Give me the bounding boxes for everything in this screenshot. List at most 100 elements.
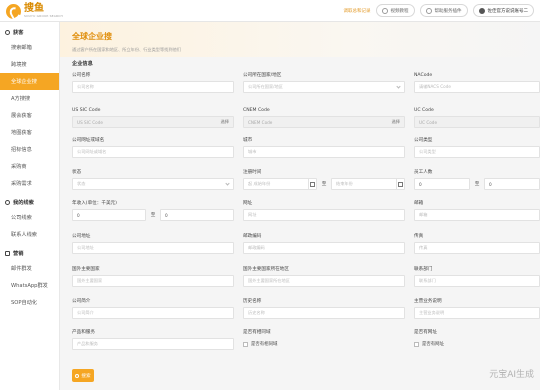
sidebar-item-crossborder[interactable]: 跨境搜 (0, 56, 59, 73)
top-bar: 搜鱼 SOUYU GROUP·SEARCH 调取总和记录 视频教程 帮助服务插件… (0, 0, 540, 22)
sidebar-item-buyers[interactable]: 采购商 (0, 158, 59, 175)
page-title: 全球企业搜 (72, 32, 112, 41)
avatar-icon (478, 7, 485, 14)
nav-group-acquire: 获客 搜索邮箱 跨境搜 全球企业搜 A方搜搜 展会获客 地图获客 招标信息 采购… (0, 22, 59, 192)
city-field: 城市 城市 (243, 136, 405, 158)
products-field: 产品和服务 产品和服务 (72, 328, 234, 350)
state-select[interactable]: 状态 (72, 178, 234, 190)
type-field: 公司类型 公司类型 (414, 136, 540, 158)
cnem-select-button[interactable]: 选择 (392, 119, 400, 125)
hq-country-field: 国外主要国家 国外主要国家 (72, 265, 234, 287)
nav-group-header[interactable]: 营销 (0, 246, 59, 260)
logo-icon (6, 3, 21, 19)
logo[interactable]: 搜鱼 SOUYU GROUP·SEARCH (6, 3, 63, 19)
history-link[interactable]: 调取总和记录 (344, 8, 371, 14)
company-name-input[interactable]: 公司名称 (72, 81, 234, 93)
sidebar-item-demand[interactable]: 采购需求 (0, 175, 59, 192)
email-input[interactable]: 邮箱 (414, 209, 540, 221)
history-input[interactable]: 历史名称 (243, 307, 405, 319)
intro-field: 公司简介 公司简介 (72, 297, 234, 319)
main-content: 全球企业搜 通过客户所在国家和地区、所立年份、行业类型等找到他们 企业信息 公司… (60, 22, 540, 390)
has-site-checkbox[interactable]: 是否有网址 (414, 338, 540, 350)
sidebar-item-map[interactable]: 地图获客 (0, 124, 59, 141)
contact-input[interactable]: 联系部门 (414, 275, 540, 287)
chevron-down-icon (225, 181, 230, 186)
same-domain-field: 是否有相同域 是否有相同域 (243, 328, 405, 350)
sidebar-item-a-search[interactable]: A方搜搜 (0, 90, 59, 107)
revenue-from-input[interactable]: 0 (72, 209, 146, 221)
fax-input[interactable]: 传真 (414, 242, 540, 254)
checkbox-icon (243, 341, 248, 347)
sidebar-item-contact-leads[interactable]: 联系人线索 (0, 226, 59, 243)
sidebar-item-sop[interactable]: SOP自动化 (0, 294, 59, 311)
sidebar: 获客 搜索邮箱 跨境搜 全球企业搜 A方搜搜 展会获客 地图获客 招标信息 采购… (0, 22, 60, 390)
page-subtitle: 通过客户所在国家和地区、所立年份、行业类型等找到他们 (72, 47, 181, 52)
employees-to-input[interactable]: 0 (484, 178, 540, 190)
compass-icon (5, 29, 10, 35)
us-sic-input[interactable]: US SIC Code 选择 (72, 116, 234, 128)
same-domain-checkbox[interactable]: 是否有相同域 (243, 338, 405, 350)
website-input[interactable]: 公司网址或域名 (72, 146, 234, 158)
postcode-field: 邮政编码 邮政编码 (243, 232, 405, 254)
intro-input[interactable]: 公司简介 (72, 307, 234, 319)
country-field: 公司所在国家/地区 公司所在国家/地区 (243, 71, 405, 93)
brand-name: 搜鱼 (24, 3, 44, 14)
cnem-input[interactable]: CNEM Code 选择 (243, 116, 405, 128)
address-field: 公司地址 公司地址 (72, 232, 234, 254)
email-field: 邮箱 邮箱 (414, 199, 540, 221)
sidebar-item-global-company[interactable]: 全球企业搜 (0, 73, 59, 90)
sidebar-item-tender[interactable]: 招标信息 (0, 141, 59, 158)
hq-region-field: 国外主要国家所在地区 国外主要国家所在地区 (243, 265, 405, 287)
naics-input[interactable]: 请输NACS Code (414, 81, 540, 93)
nav-group-header[interactable]: 我的线索 (0, 195, 59, 209)
fax-field: 传真 传真 (414, 232, 540, 254)
grid-icon (5, 250, 10, 256)
employees-field: 员工人数 0 至 0 (414, 168, 540, 190)
url-field: 网址 网址 (243, 199, 405, 221)
has-site-field: 是否有网址 是否有网址 (414, 328, 540, 350)
lead-icon (5, 199, 10, 205)
brand-tagline: SOUYU GROUP·SEARCH (24, 14, 63, 18)
uc-field: UC Code UC Code (414, 106, 540, 128)
cnem-field: CNEM Code CNEM Code 选择 (243, 106, 405, 128)
country-select[interactable]: 公司所在国家/地区 (243, 81, 405, 93)
sidebar-item-expo[interactable]: 展会获客 (0, 107, 59, 124)
state-field: 状态 状态 (72, 168, 234, 190)
plugin-button[interactable]: 帮助服务插件 (419, 4, 468, 17)
employees-from-input[interactable]: 0 (414, 178, 470, 190)
play-icon (381, 7, 388, 14)
naics-field: NACode 请输NACS Code (414, 71, 540, 93)
sidebar-item-whatsapp[interactable]: WhatsApp群发 (0, 277, 59, 294)
website-field: 公司网址或域名 公司网址或域名 (72, 136, 234, 158)
city-input[interactable]: 城市 (243, 146, 405, 158)
chevron-down-icon (396, 84, 401, 89)
calendar-icon (308, 179, 316, 189)
hq-country-input[interactable]: 国外主要国家 (72, 275, 234, 287)
sidebar-item-company-leads[interactable]: 公司线索 (0, 209, 59, 226)
address-input[interactable]: 公司地址 (72, 242, 234, 254)
url-input[interactable]: 网址 (243, 209, 405, 221)
hq-region-input[interactable]: 国外主要国家所在地区 (243, 275, 405, 287)
us-sic-field: US SIC Code US SIC Code 选择 (72, 106, 234, 128)
plugin-icon (425, 7, 432, 14)
main-business-input[interactable]: 主营业务说明 (414, 307, 540, 319)
account-button[interactable]: 佐佳官方说说账号二 (472, 4, 534, 17)
us-sic-select-button[interactable]: 选择 (221, 119, 229, 125)
founded-from-input[interactable]: 起 成始年份 (243, 178, 317, 190)
video-tutorial-button[interactable]: 视频教程 (375, 4, 415, 17)
sidebar-item-email-search[interactable]: 搜索邮箱 (0, 39, 59, 56)
section-title: 企业信息 (72, 61, 93, 67)
page-header: 全球企业搜 通过客户所在国家和地区、所立年份、行业类型等找到他们 (60, 22, 540, 57)
products-input[interactable]: 产品和服务 (72, 338, 234, 350)
search-icon (75, 373, 80, 378)
sidebar-item-email-blast[interactable]: 邮件群发 (0, 260, 59, 277)
calendar-icon (396, 179, 404, 189)
revenue-to-input[interactable]: 0 (160, 209, 234, 221)
founded-to-input[interactable]: 结束年份 (331, 178, 405, 190)
uc-input[interactable]: UC Code (414, 116, 540, 128)
search-button[interactable]: 搜索 (72, 369, 94, 382)
type-input[interactable]: 公司类型 (414, 146, 540, 158)
nav-group-header[interactable]: 获客 (0, 25, 59, 39)
postcode-input[interactable]: 邮政编码 (243, 242, 405, 254)
watermark: 元宝AI生成 (489, 370, 534, 380)
